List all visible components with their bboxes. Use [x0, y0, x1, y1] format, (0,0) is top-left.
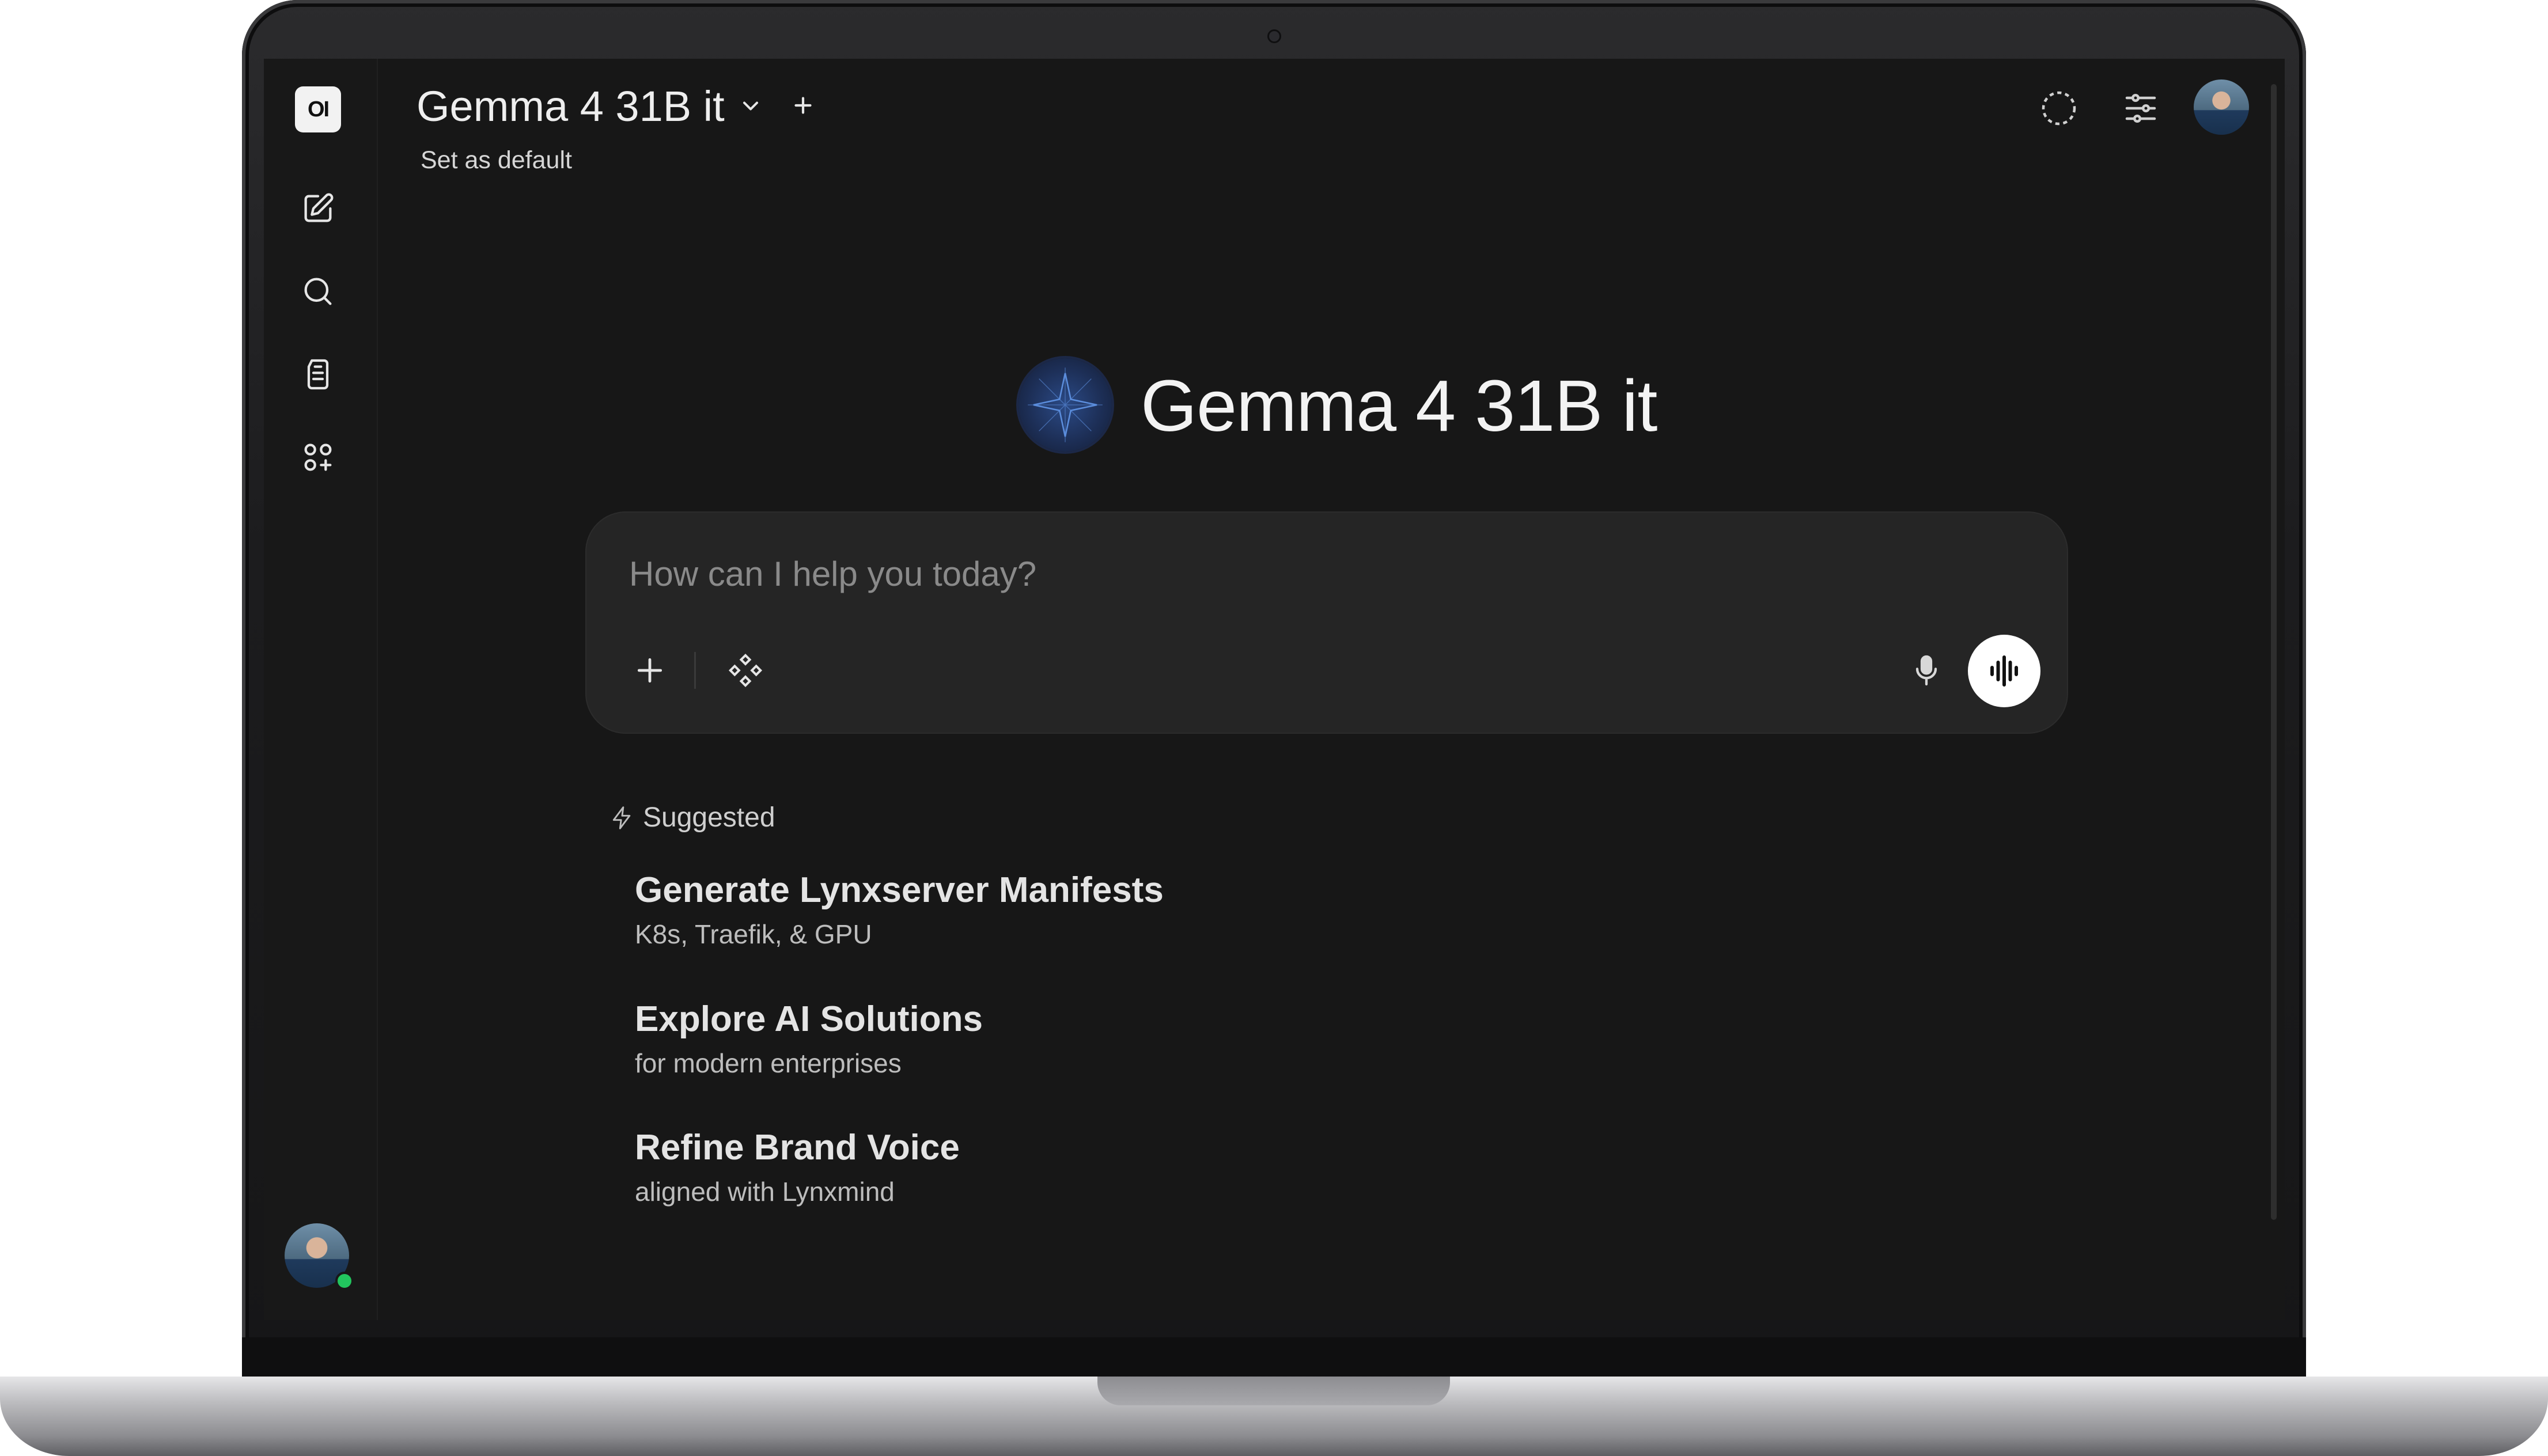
add-icon	[637, 658, 662, 683]
suggestion-title: Refine Brand Voice	[635, 1128, 960, 1167]
model-logo	[1019, 358, 1112, 452]
add-attachment-button[interactable]	[627, 647, 673, 693]
dictate-button[interactable]	[1903, 647, 1949, 693]
temporary-chat-button[interactable]	[2036, 85, 2082, 131]
integrations-icon	[728, 653, 763, 688]
search-button[interactable]	[295, 268, 341, 314]
webcam	[1269, 31, 1279, 41]
user-menu-avatar[interactable]	[2194, 79, 2249, 135]
microphone-icon	[1915, 655, 1937, 686]
lightning-icon	[612, 806, 631, 829]
composer-divider	[694, 652, 696, 689]
add-model-icon[interactable]	[789, 91, 817, 120]
new-chat-icon	[304, 193, 334, 222]
suggested-heading: Suggested	[609, 802, 775, 833]
suggestion-title: Generate Lynxserver Manifests	[635, 870, 1164, 910]
suggestion-title: Explore AI Solutions	[635, 999, 983, 1039]
set-as-default-link[interactable]: Set as default	[421, 146, 572, 175]
suggestion-item[interactable]: Explore AI Solutions for modern enterpri…	[635, 999, 1326, 1079]
suggestion-subtitle: K8s, Traefik, & GPU	[635, 919, 872, 949]
chat-composer	[585, 511, 2068, 734]
scrollbar[interactable]	[2271, 84, 2277, 1220]
new-chat-button[interactable]	[295, 185, 341, 232]
notes-button[interactable]	[295, 351, 341, 397]
temporary-chat-icon	[2042, 91, 2076, 126]
controls-icon	[2125, 93, 2156, 123]
suggestion-subtitle: aligned with Lynxmind	[635, 1177, 895, 1207]
app-logo[interactable]: OI	[295, 86, 341, 132]
chat-input[interactable]	[628, 547, 1898, 600]
online-status-indicator	[335, 1272, 354, 1290]
workspace-button[interactable]	[295, 434, 341, 480]
notes-icon	[307, 359, 329, 390]
app-logo-text: OI	[307, 97, 330, 122]
suggested-label: Suggested	[643, 802, 775, 833]
app-window: OI Gemma 4 31B it Set as default Gemma 4…	[264, 59, 2285, 1320]
suggestion-item[interactable]: Refine Brand Voice aligned with Lynxmind	[635, 1127, 1326, 1207]
suggestion-subtitle: for modern enterprises	[635, 1048, 902, 1078]
suggestion-item[interactable]: Generate Lynxserver Manifests K8s, Traef…	[635, 870, 1326, 950]
controls-button[interactable]	[2118, 85, 2164, 131]
integrations-button[interactable]	[722, 647, 768, 693]
chevron-down-icon[interactable]	[738, 93, 763, 119]
hero-model-name: Gemma 4 31B it	[1141, 365, 1657, 446]
model-sparkle-icon	[1028, 367, 1103, 442]
voice-mode-icon	[1990, 655, 2018, 687]
voice-mode-button[interactable]	[1968, 635, 2040, 707]
sidebar: OI	[264, 59, 378, 1320]
search-icon	[304, 278, 332, 305]
model-selector[interactable]: Gemma 4 31B it	[417, 82, 725, 131]
workspace-icon	[304, 443, 332, 471]
laptop-notch	[1097, 1377, 1450, 1405]
